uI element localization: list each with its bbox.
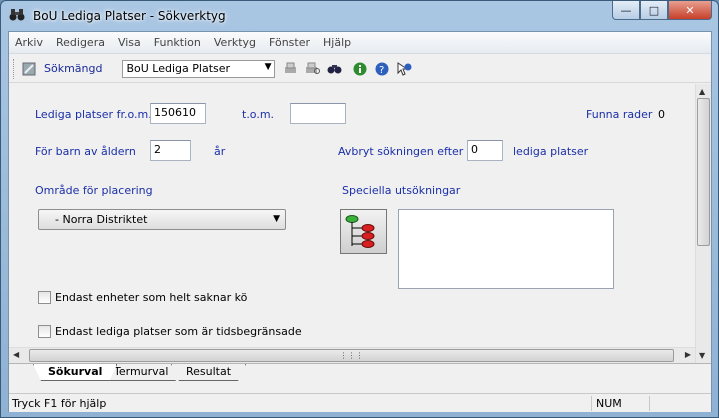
- print-icon[interactable]: [281, 60, 299, 78]
- menu-bar: Arkiv Redigera Visa Funktion Verktyg Fön…: [9, 32, 711, 54]
- found-rows-value: 0: [658, 108, 665, 121]
- vertical-scroll-thumb[interactable]: [697, 98, 710, 246]
- app-window: BoU Lediga Platser - Sökverktyg — □ ✕ Ar…: [0, 0, 719, 418]
- close-button[interactable]: ✕: [668, 1, 712, 20]
- area-select-value: - Norra Distriktet: [55, 213, 148, 226]
- binoculars-search-icon[interactable]: [325, 60, 343, 78]
- status-bar: Tryck F1 för hjälp NUM: [9, 393, 711, 412]
- chevron-down-icon: ▼: [264, 61, 272, 72]
- menu-hjalp[interactable]: Hjälp: [323, 36, 351, 49]
- to-date-input[interactable]: [290, 103, 346, 124]
- minimize-button[interactable]: —: [612, 1, 640, 20]
- time-limited-checkbox[interactable]: [38, 325, 51, 338]
- scroll-up-icon[interactable]: ▲: [699, 87, 705, 96]
- search-form: Lediga platser fr.o.m. 150610 t.o.m. Fun…: [9, 84, 694, 352]
- scroll-left-icon[interactable]: ◀: [13, 350, 19, 359]
- info-icon[interactable]: [351, 60, 369, 78]
- toolbar-grip[interactable]: [13, 58, 16, 79]
- menu-fonster[interactable]: Fönster: [269, 36, 310, 49]
- vertical-scrollbar[interactable]: ▲ ▼: [695, 84, 711, 363]
- binoculars-icon: [9, 8, 27, 24]
- tab-strip: Sökurval Termurval Resultat: [9, 363, 711, 389]
- special-searches-label: Speciella utsökningar: [342, 184, 461, 197]
- horizontal-scroll-thumb[interactable]: ⋮⋮⋮: [29, 349, 674, 362]
- tab-resultat[interactable]: Resultat: [171, 364, 246, 381]
- window-title: BoU Lediga Platser - Sökverktyg: [33, 9, 226, 23]
- area-label: Område för placering: [35, 184, 153, 197]
- abort-after-label: Avbryt sökningen efter: [338, 145, 464, 158]
- menu-arkiv[interactable]: Arkiv: [15, 36, 43, 49]
- search-set-value: BoU Lediga Platser: [126, 62, 231, 75]
- abort-after-input[interactable]: 0: [467, 140, 503, 161]
- status-separator: [591, 396, 592, 411]
- abort-unit-label: lediga platser: [513, 145, 589, 158]
- help-icon[interactable]: ?: [373, 60, 391, 78]
- scroll-down-icon[interactable]: ▼: [699, 351, 705, 360]
- area-select[interactable]: - Norra Distriktet ▼: [38, 209, 286, 230]
- special-searches-textarea[interactable]: [398, 209, 614, 289]
- stop-icon[interactable]: [20, 60, 38, 78]
- horizontal-scrollbar[interactable]: ◀ ⋮⋮⋮ ▶: [9, 347, 695, 363]
- toolbar: Sökmängd BoU Lediga Platser ▼ ?: [9, 55, 711, 83]
- search-set-select[interactable]: BoU Lediga Platser ▼: [122, 59, 276, 78]
- time-limited-checkbox-row[interactable]: Endast lediga platser som är tidsbegräns…: [38, 325, 302, 338]
- found-rows-label: Funna rader: [586, 108, 653, 121]
- no-queue-checkbox[interactable]: [38, 291, 51, 304]
- tab-sokurval[interactable]: Sökurval: [33, 364, 117, 381]
- context-help-icon[interactable]: [395, 60, 413, 78]
- title-bar[interactable]: BoU Lediga Platser - Sökverktyg — □ ✕: [1, 1, 718, 31]
- age-unit-label: år: [214, 145, 226, 158]
- scroll-right-icon[interactable]: ▶: [685, 350, 691, 359]
- special-search-tree-button[interactable]: [340, 209, 387, 254]
- status-num-indicator: NUM: [596, 397, 622, 410]
- menu-visa[interactable]: Visa: [118, 36, 141, 49]
- menu-verktyg[interactable]: Verktyg: [214, 36, 256, 49]
- svg-text:?: ?: [379, 65, 384, 76]
- print-preview-icon[interactable]: [303, 60, 321, 78]
- age-input[interactable]: 2: [150, 140, 191, 161]
- search-set-label: Sökmängd: [44, 62, 103, 75]
- time-limited-label: Endast lediga platser som är tidsbegräns…: [55, 325, 302, 338]
- chevron-down-icon: ▼: [273, 214, 280, 224]
- tree-icon: [345, 215, 375, 248]
- no-queue-checkbox-row[interactable]: Endast enheter som helt saknar kö: [38, 291, 247, 304]
- age-label: För barn av åldern: [35, 145, 136, 158]
- status-separator: [649, 396, 650, 411]
- no-queue-label: Endast enheter som helt saknar kö: [55, 291, 248, 304]
- to-date-label: t.o.m.: [242, 108, 275, 121]
- from-date-input[interactable]: 150610: [150, 103, 206, 124]
- maximize-button[interactable]: □: [640, 1, 668, 20]
- status-help-text: Tryck F1 för hjälp: [12, 397, 107, 410]
- from-date-label: Lediga platser fr.o.m.: [35, 108, 152, 121]
- menu-redigera[interactable]: Redigera: [56, 36, 105, 49]
- menu-funktion[interactable]: Funktion: [154, 36, 201, 49]
- client-area: Arkiv Redigera Visa Funktion Verktyg Fön…: [8, 31, 712, 412]
